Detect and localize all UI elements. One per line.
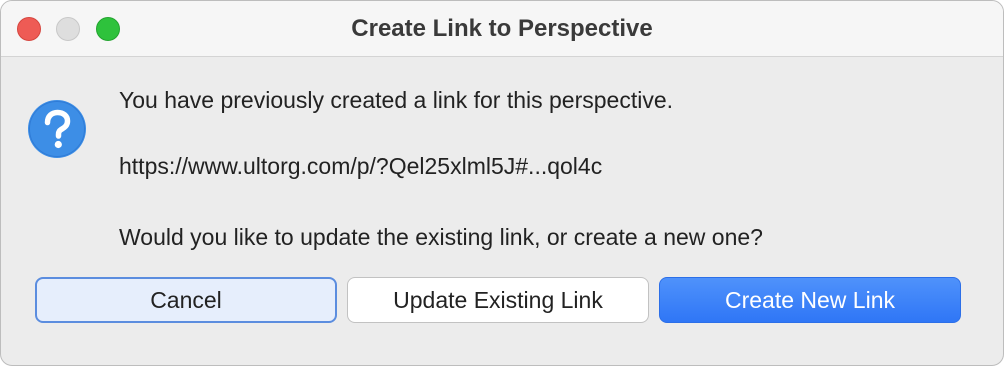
link-url-text: https://www.ultorg.com/p/?Qel25xlml5J#..… xyxy=(119,153,603,179)
question-text: Would you like to update the existing li… xyxy=(119,224,763,250)
update-existing-link-button[interactable]: Update Existing Link xyxy=(347,277,649,323)
window-title: Create Link to Perspective xyxy=(351,15,653,42)
message-text: You have previously created a link for t… xyxy=(119,87,674,113)
dialog-window: Create Link to Perspective You have prev… xyxy=(0,0,1004,366)
title-bar: Create Link to Perspective xyxy=(1,1,1003,57)
create-new-link-button[interactable]: Create New Link xyxy=(659,277,961,323)
cancel-button[interactable]: Cancel xyxy=(35,277,337,323)
question-icon xyxy=(28,100,86,158)
